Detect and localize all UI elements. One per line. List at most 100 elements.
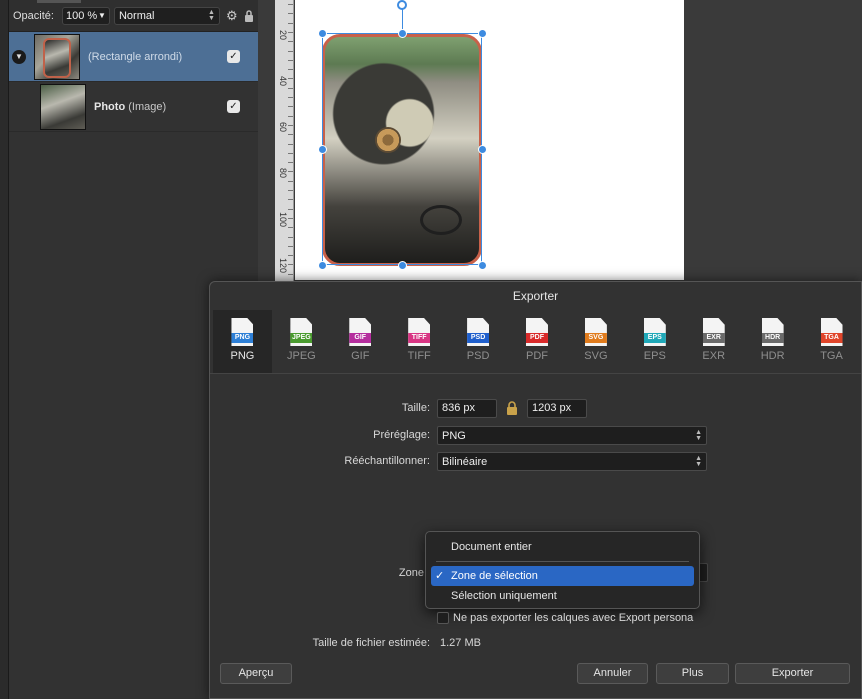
dialog-title: Exporter	[512, 289, 559, 303]
ruler-tick	[288, 97, 293, 98]
resample-select[interactable]: Bilinéaire ▲ ▼	[437, 452, 707, 471]
ruler-tick	[288, 245, 293, 247]
format-tab-eps[interactable]: EPS EPS	[625, 310, 684, 373]
gear-icon[interactable]: ⚙	[226, 8, 238, 24]
ruler-tick	[288, 106, 293, 108]
format-label: PSD	[466, 350, 490, 362]
blend-mode-select[interactable]: Normal ▲ ▼	[113, 6, 220, 25]
file-tiff-icon: TIFF	[408, 318, 431, 346]
cancel-button[interactable]: Annuler	[577, 663, 648, 684]
format-tab-jpeg[interactable]: JPEG JPEG	[272, 310, 331, 373]
ruler-tick	[288, 78, 293, 80]
zone-label: Zone	[398, 567, 424, 579]
resize-handle[interactable]	[478, 29, 487, 38]
zone-dropdown-menu: Document entier ✓ Zone de sélection Séle…	[425, 531, 700, 609]
menu-item-selection-only[interactable]: Sélection uniquement	[431, 586, 694, 606]
file-eps-icon: EPS	[643, 318, 666, 346]
layers-toolbar: Opacité: 100 % ▼ Normal ▲ ▼ ⚙	[9, 0, 258, 32]
format-label: EPS	[643, 350, 666, 362]
filesize-label: Taille de fichier estimée:	[312, 637, 430, 649]
file-tga-icon: TGA	[820, 318, 843, 346]
menu-item-selection-area[interactable]: ✓ Zone de sélection	[431, 566, 694, 586]
layer-row-photo[interactable]: Photo (Image) ✓	[9, 82, 258, 132]
ruler-tick	[288, 87, 293, 89]
chevron-down-icon: ▼	[98, 11, 106, 20]
more-button[interactable]: Plus	[656, 663, 729, 684]
format-tab-hdr[interactable]: HDR HDR	[743, 310, 802, 373]
layer-title: Photo	[94, 100, 126, 113]
resize-handle[interactable]	[398, 261, 407, 270]
resize-handle[interactable]	[398, 29, 407, 38]
format-tag: GIF	[349, 333, 372, 343]
file-exr-icon: EXR	[702, 318, 725, 346]
disclosure-triangle-icon[interactable]: ▼	[12, 49, 26, 64]
height-field[interactable]: 1203 px	[527, 399, 587, 418]
format-tabs: PNG PNG JPEG JPEG GIF GIF TIFF TIFF PSD PSD PDF PDF…	[210, 310, 861, 374]
blend-mode-value: Normal	[118, 9, 155, 22]
width-field[interactable]: 836 px	[437, 399, 497, 418]
ruler-tick	[288, 190, 293, 191]
resize-handle[interactable]	[478, 261, 487, 270]
resize-handle[interactable]	[318, 145, 327, 154]
ruler-label: 100	[278, 212, 288, 228]
menu-item-label: Zone de sélection	[451, 570, 538, 582]
ruler-tick	[288, 217, 293, 219]
resize-handle[interactable]	[318, 261, 327, 270]
ruler-tick	[288, 143, 293, 145]
ruler-tick	[288, 236, 293, 238]
ruler-tick	[288, 50, 293, 52]
stepper-icon: ▲ ▼	[695, 454, 702, 468]
resize-handle[interactable]	[478, 145, 487, 154]
layer-visibility-checkbox[interactable]: ✓	[227, 100, 240, 113]
format-label: HDR	[760, 350, 785, 362]
ruler-tick	[288, 227, 293, 229]
ruler-tick	[288, 115, 293, 117]
ruler-tick	[288, 134, 293, 136]
filesize-value: 1.27 MB	[440, 637, 481, 649]
ruler-tick	[288, 4, 293, 5]
format-tab-svg[interactable]: SVG SVG	[566, 310, 625, 373]
file-jpeg-icon: JPEG	[290, 318, 313, 346]
layer-row-rectangle[interactable]: ▼ (Rectangle arrondi) ✓	[9, 32, 258, 82]
layer-visibility-checkbox[interactable]: ✓	[227, 50, 240, 63]
no-export-layers-label: Ne pas exporter les calques avec Export …	[453, 612, 694, 624]
format-tab-png[interactable]: PNG PNG	[213, 310, 272, 373]
layer-thumbnail	[40, 83, 86, 130]
format-tag: SVG	[584, 333, 607, 343]
format-tag: PNG	[231, 333, 254, 343]
ruler-label: 120	[278, 258, 288, 274]
ruler-label: 20	[278, 30, 288, 41]
layer-thumbnail	[34, 33, 80, 80]
checkmark-icon: ✓	[435, 570, 445, 582]
format-tab-tiff[interactable]: TIFF TIFF	[390, 310, 449, 373]
rotation-handle[interactable]	[397, 0, 407, 10]
lock-icon[interactable]	[244, 9, 254, 22]
ruler-tick	[288, 208, 293, 210]
ruler-tick	[288, 13, 293, 15]
opacity-field[interactable]: 100 % ▼	[61, 6, 110, 25]
format-tab-psd[interactable]: PSD PSD	[449, 310, 508, 373]
export-button[interactable]: Exporter	[735, 663, 850, 684]
format-tab-pdf[interactable]: PDF PDF	[508, 310, 567, 373]
preview-button[interactable]: Aperçu	[220, 663, 292, 684]
file-svg-icon: SVG	[584, 318, 607, 346]
aspect-lock-icon[interactable]	[506, 401, 518, 415]
app-window: Opacité: 100 % ▼ Normal ▲ ▼ ⚙ ▼ (Rectangl…	[0, 0, 862, 699]
layer-name: (Rectangle arrondi)	[88, 50, 183, 63]
no-export-layers-checkbox[interactable]	[437, 612, 449, 624]
ruler-label: 60	[278, 122, 288, 133]
file-hdr-icon: HDR	[761, 318, 784, 346]
format-tab-gif[interactable]: GIF GIF	[331, 310, 390, 373]
format-label: JPEG	[286, 350, 316, 362]
format-tag: PSD	[467, 333, 490, 343]
tools-strip	[0, 0, 9, 699]
vertical-ruler: 20 40 60 80 100 120	[275, 0, 294, 285]
format-label: TGA	[820, 350, 843, 362]
ruler-label: 80	[278, 168, 288, 179]
ruler-tick	[288, 273, 293, 275]
preset-select[interactable]: PNG ▲ ▼	[437, 426, 707, 445]
resize-handle[interactable]	[318, 29, 327, 38]
format-tab-tga[interactable]: TGA TGA	[802, 310, 861, 373]
menu-item-document[interactable]: Document entier	[431, 537, 694, 557]
format-tab-exr[interactable]: EXR EXR	[684, 310, 743, 373]
